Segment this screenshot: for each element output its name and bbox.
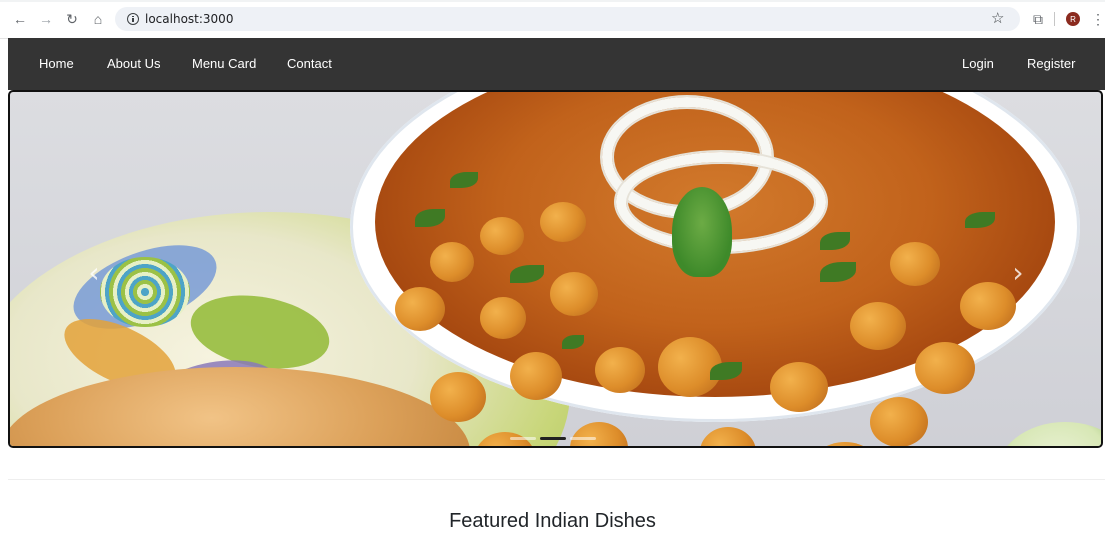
featured-dishes-heading: Featured Indian Dishes [449, 510, 656, 532]
nav-link-login[interactable]: Login [962, 56, 994, 71]
address-bar[interactable]: localhost:3000 ☆ [115, 7, 1020, 31]
info-icon[interactable] [127, 13, 139, 25]
carousel-next-control[interactable]: › [1006, 252, 1030, 292]
nav-link-home[interactable]: Home [39, 56, 74, 71]
carousel-indicator-active[interactable] [540, 437, 566, 440]
chickpea [430, 372, 486, 422]
carousel-indicator[interactable] [510, 437, 536, 440]
chickpea [510, 352, 562, 400]
chickpea [570, 422, 628, 446]
nav-link-contact[interactable]: Contact [287, 56, 332, 71]
nav-link-about-us[interactable]: About Us [107, 56, 160, 71]
home-icon[interactable]: ⌂ [90, 11, 106, 27]
menu-dots-icon[interactable]: ⋮ [1090, 11, 1105, 27]
plate-swirl [100, 257, 190, 327]
chickpea [915, 342, 975, 394]
reload-icon[interactable]: ↻ [64, 11, 80, 27]
star-icon[interactable]: ☆ [991, 9, 1004, 27]
carousel-indicator[interactable] [570, 437, 596, 440]
mint-garnish [672, 187, 732, 277]
tab-strip-edge [0, 0, 1105, 2]
chickpea [430, 242, 474, 282]
chickpea [810, 442, 880, 446]
toolbar-separator [1054, 12, 1055, 26]
section-divider [8, 479, 1105, 480]
profile-icon[interactable]: R [1066, 12, 1080, 26]
chickpea [870, 397, 928, 446]
nav-link-register[interactable]: Register [1027, 56, 1075, 71]
nav-link-menu-card[interactable]: Menu Card [192, 56, 256, 71]
chickpea [890, 242, 940, 286]
chickpea [395, 287, 445, 331]
chickpea [550, 272, 598, 316]
chevron-right-icon: › [1012, 255, 1024, 289]
chickpea [700, 427, 756, 446]
hero-carousel: ‹ › [8, 90, 1103, 448]
chickpea [850, 302, 906, 350]
carousel-prev-control[interactable]: ‹ [82, 252, 106, 292]
cucumber-slice [995, 422, 1101, 446]
browser-toolbar: ← → ↻ ⌂ localhost:3000 ☆ ⧉ R ⋮ [0, 0, 1105, 39]
chickpea [595, 347, 645, 393]
forward-arrow-icon[interactable]: → [38, 11, 54, 27]
site-navbar: Home About Us Menu Card Contact Login Re… [8, 38, 1105, 90]
chickpea [480, 297, 526, 339]
chickpea [540, 202, 586, 242]
chickpea [770, 362, 828, 412]
chickpea [480, 217, 524, 255]
url-text[interactable]: localhost:3000 [145, 12, 233, 26]
back-arrow-icon[interactable]: ← [12, 11, 28, 27]
extensions-icon[interactable]: ⧉ [1030, 11, 1046, 27]
chevron-left-icon: ‹ [88, 255, 100, 289]
